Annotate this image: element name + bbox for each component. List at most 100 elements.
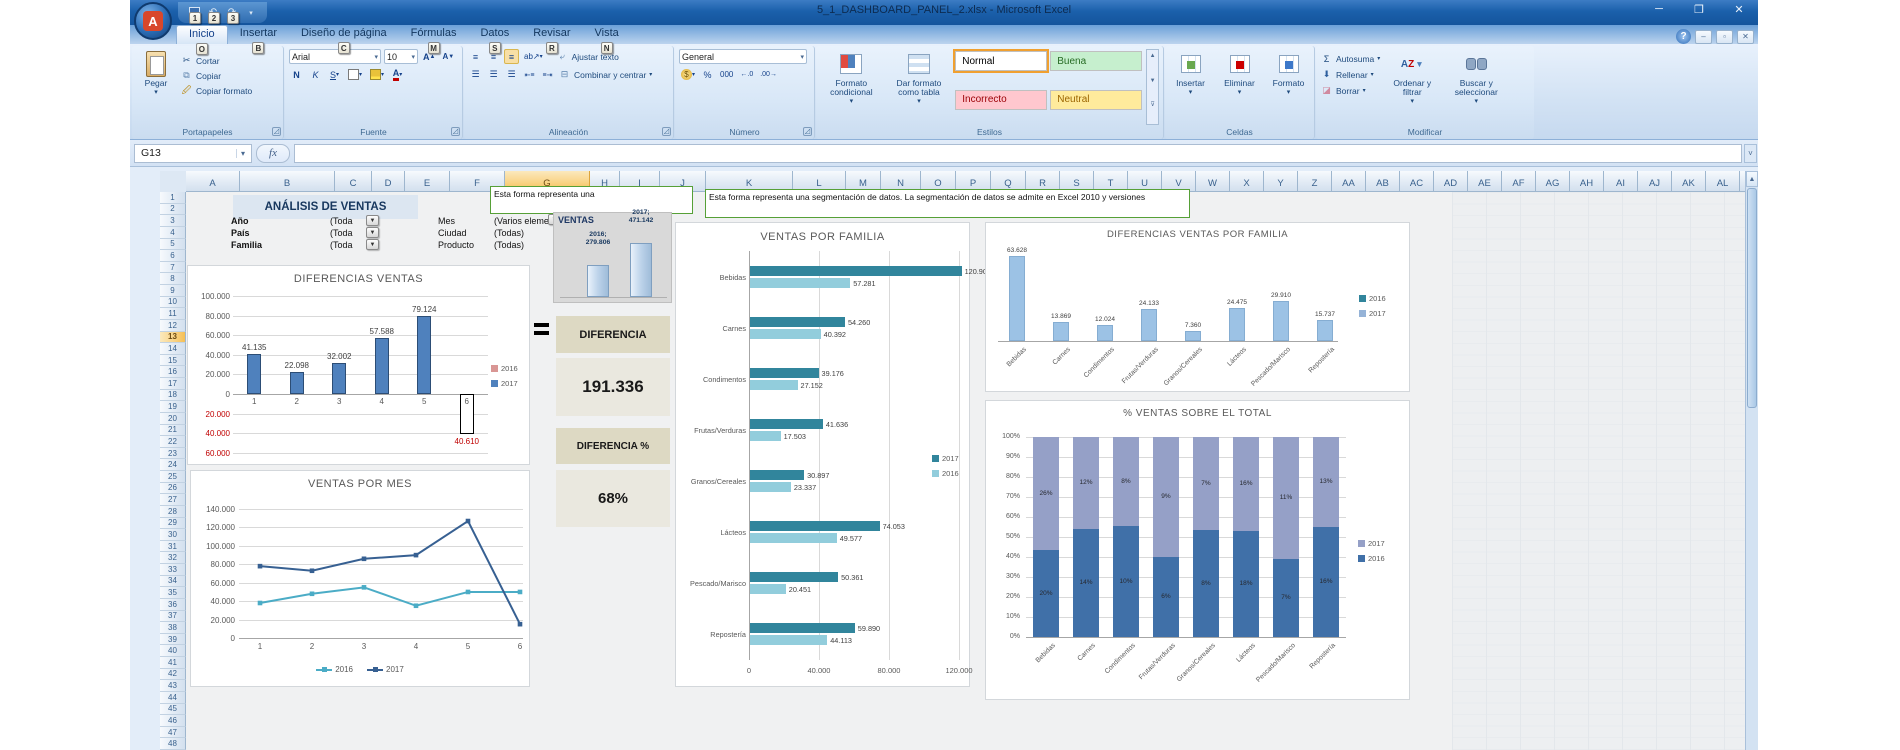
cut-button[interactable]: ✂Cortar (180, 53, 252, 68)
name-box[interactable]: G13▾ (134, 144, 252, 163)
filter-value-ciudad[interactable]: (Todas) (494, 228, 524, 238)
row-header-22[interactable]: 22 (160, 436, 186, 448)
eliminar-cells-button[interactable]: Eliminar▾ (1218, 49, 1261, 125)
column-header-A[interactable]: A (186, 171, 240, 192)
column-header-AK[interactable]: AK (1672, 171, 1706, 192)
row-header-10[interactable]: 10 (160, 297, 186, 309)
conditional-formatting-button[interactable]: Formato condicional▾ (820, 49, 883, 125)
chart-ventas-por-mes[interactable]: VENTAS POR MES140.000120.000100.00080.00… (190, 470, 530, 687)
row-header-19[interactable]: 19 (160, 401, 186, 413)
column-header-AB[interactable]: AB (1366, 171, 1400, 192)
dialog-launcher-icon[interactable]: ◿ (662, 127, 671, 136)
row-header-36[interactable]: 36 (160, 599, 186, 611)
row-header-7[interactable]: 7 (160, 262, 186, 274)
merge-center-button[interactable]: ⊟Combinar y centrar▾ (558, 67, 652, 82)
help-icon[interactable]: ? (1676, 29, 1691, 44)
column-header-W[interactable]: W (1196, 171, 1230, 192)
increase-decimal-button[interactable]: ←.0 (738, 67, 755, 82)
filter-value-país[interactable]: (Toda (330, 228, 353, 238)
dialog-launcher-icon[interactable]: ◿ (451, 127, 460, 136)
autosum-button[interactable]: ΣAutosuma▾ (1320, 51, 1380, 66)
underline-button[interactable]: S▾ (327, 67, 342, 82)
row-header-2[interactable]: 2 (160, 204, 186, 216)
row-header-20[interactable]: 20 (160, 413, 186, 425)
column-header-C[interactable]: C (335, 171, 372, 192)
row-header-30[interactable]: 30 (160, 529, 186, 541)
dialog-launcher-icon[interactable]: ◿ (272, 127, 281, 136)
column-header-AL[interactable]: AL (1706, 171, 1740, 192)
column-header-B[interactable]: B (240, 171, 335, 192)
style-incorrecto[interactable]: Incorrecto (955, 90, 1047, 110)
accounting-format-button[interactable]: $▾ (679, 67, 697, 82)
insertar-cells-button[interactable]: Insertar▾ (1169, 49, 1212, 125)
column-header-X[interactable]: X (1230, 171, 1264, 192)
row-header-11[interactable]: 11 (160, 308, 186, 320)
comma-style-button[interactable]: 000 (718, 67, 735, 82)
restore-button[interactable]: ❐ (1686, 3, 1712, 16)
column-header-E[interactable]: E (405, 171, 450, 192)
equals-shape[interactable] (534, 323, 549, 327)
row-header-34[interactable]: 34 (160, 576, 186, 588)
tab-datos[interactable]: DatosS (468, 25, 521, 44)
tab-vista[interactable]: VistaN (583, 25, 631, 44)
column-header-AD[interactable]: AD (1434, 171, 1468, 192)
insert-function-button[interactable]: fx (256, 144, 290, 163)
bold-button[interactable]: N (289, 67, 304, 82)
empty-grid-area[interactable] (1452, 192, 1745, 750)
formato-cells-button[interactable]: Formato▾ (1267, 49, 1310, 125)
orientation-button[interactable]: ab↗▾ (522, 49, 545, 64)
dropdown-icon[interactable]: ▼ (366, 239, 379, 250)
style-normal[interactable]: Normal (955, 51, 1047, 71)
row-header-33[interactable]: 33 (160, 564, 186, 576)
row-header-6[interactable]: 6 (160, 250, 186, 262)
column-header-AF[interactable]: AF (1502, 171, 1536, 192)
fill-button[interactable]: ⬇Rellenar▾ (1320, 67, 1380, 82)
chart-ventas-por-familia[interactable]: VENTAS POR FAMILIA040.00080.000120.000Be… (675, 222, 970, 687)
font-name-select[interactable]: Arial▾ (289, 49, 381, 64)
qat-customize-icon[interactable]: ▾ (243, 5, 259, 20)
row-header-31[interactable]: 31 (160, 541, 186, 553)
row-header-23[interactable]: 23 (160, 448, 186, 460)
decrease-indent-button[interactable]: ⇤≡ (522, 67, 537, 82)
close-button[interactable]: ✕ (1726, 3, 1752, 16)
column-header-AE[interactable]: AE (1468, 171, 1502, 192)
column-header-D[interactable]: D (372, 171, 405, 192)
shrink-font-button[interactable]: A▼ (440, 49, 456, 64)
row-header-35[interactable]: 35 (160, 587, 186, 599)
column-header-Z[interactable]: Z (1298, 171, 1332, 192)
gallery-scrollbar[interactable]: ▲▼⊽ (1146, 49, 1159, 125)
style-neutral[interactable]: Neutral (1050, 90, 1142, 110)
row-header-38[interactable]: 38 (160, 622, 186, 634)
tab-revisar[interactable]: RevisarR (521, 25, 582, 44)
save-icon[interactable]: 1 (186, 5, 202, 20)
undo-icon[interactable]: ↶2 (205, 5, 221, 20)
format-as-table-button[interactable]: Dar formato como tabla▾ (887, 49, 952, 125)
column-header-AI[interactable]: AI (1604, 171, 1638, 192)
workbook-minimize-button[interactable]: – (1695, 30, 1712, 44)
align-right-button[interactable]: ☰ (504, 67, 519, 82)
row-header-1[interactable]: 1 (160, 192, 186, 204)
row-header-9[interactable]: 9 (160, 285, 186, 297)
row-header-44[interactable]: 44 (160, 692, 186, 704)
equals-shape[interactable] (534, 331, 549, 335)
column-header-AG[interactable]: AG (1536, 171, 1570, 192)
font-color-button[interactable]: A▾ (390, 67, 405, 82)
row-header-18[interactable]: 18 (160, 390, 186, 402)
font-size-select[interactable]: 10▾ (384, 49, 418, 64)
vertical-scrollbar[interactable]: ▲ (1745, 171, 1758, 750)
percent-style-button[interactable]: % (700, 67, 715, 82)
scrollbar-thumb[interactable] (1747, 188, 1757, 408)
sort-filter-button[interactable]: AZ▼ Ordenar y filtrar▾ (1384, 49, 1440, 125)
row-header-46[interactable]: 46 (160, 715, 186, 727)
row-header-26[interactable]: 26 (160, 483, 186, 495)
row-header-42[interactable]: 42 (160, 669, 186, 681)
increase-indent-button[interactable]: ≡⇥ (540, 67, 555, 82)
dropdown-icon[interactable]: ▼ (366, 215, 379, 226)
redo-icon[interactable]: ↷3 (224, 5, 240, 20)
row-header-21[interactable]: 21 (160, 425, 186, 437)
row-header-24[interactable]: 24 (160, 459, 186, 471)
format-painter-button[interactable]: 🖉Copiar formato (180, 83, 252, 98)
chart-diferencias-ventas[interactable]: DIFERENCIAS VENTAS100.00080.00060.00040.… (187, 265, 530, 465)
tab-insertar[interactable]: InsertarB (228, 25, 289, 44)
number-format-select[interactable]: General▾ (679, 49, 807, 64)
